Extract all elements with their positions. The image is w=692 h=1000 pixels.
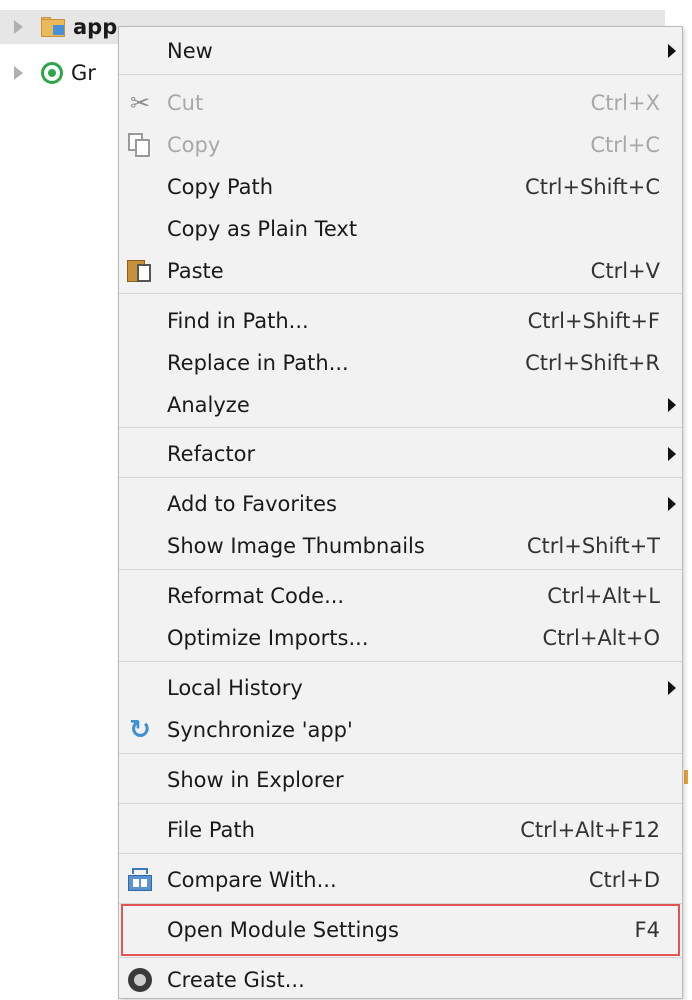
menu-item-cut[interactable]: ✂ Cut Ctrl+X [119, 83, 682, 123]
menu-item-shortcut: Ctrl+D [588, 868, 660, 892]
submenu-arrow-icon [668, 398, 676, 412]
menu-item-shortcut: Ctrl+Shift+R [525, 351, 660, 375]
menu-item-add-to-favorites[interactable]: Add to Favorites [119, 484, 682, 524]
menu-item-local-history[interactable]: Local History [119, 668, 682, 708]
menu-item-label: Cut [167, 91, 204, 115]
menu-item-analyze[interactable]: Analyze [119, 385, 682, 425]
menu-separator [119, 661, 682, 662]
gradle-icon [41, 62, 63, 84]
menu-item-label: Add to Favorites [167, 492, 337, 516]
submenu-arrow-icon [668, 447, 676, 461]
sync-icon: ↻ [129, 715, 151, 745]
menu-item-label: Create Gist... [167, 968, 305, 992]
menu-item-show-in-explorer[interactable]: Show in Explorer [119, 760, 682, 800]
menu-item-show-image-thumbnails[interactable]: Show Image Thumbnails Ctrl+Shift+T [119, 526, 682, 566]
menu-item-replace-in-path[interactable]: Replace in Path... Ctrl+Shift+R [119, 343, 682, 383]
menu-item-label: Compare With... [167, 868, 337, 892]
tree-row-gradle[interactable]: Gr [0, 56, 96, 90]
menu-item-shortcut: Ctrl+Alt+L [547, 584, 660, 608]
menu-item-label: Copy Path [167, 175, 274, 199]
menu-item-shortcut: Ctrl+Shift+T [526, 534, 660, 558]
menu-item-label: Copy [167, 133, 221, 157]
menu-item-label: Show Image Thumbnails [167, 534, 425, 558]
menu-item-shortcut: Ctrl+V [590, 259, 660, 283]
highlight-box [121, 904, 680, 956]
menu-item-label: Synchronize 'app' [167, 718, 353, 742]
menu-item-label: File Path [167, 818, 255, 842]
menu-item-label: Find in Path... [167, 309, 309, 333]
menu-separator [119, 569, 682, 570]
menu-item-label: Reformat Code... [167, 584, 345, 608]
menu-item-paste[interactable]: Paste Ctrl+V [119, 251, 682, 291]
editor-edge-marker [684, 770, 688, 784]
github-gist-icon [125, 966, 155, 994]
menu-separator [119, 753, 682, 754]
submenu-arrow-icon [668, 497, 676, 511]
menu-separator [119, 957, 682, 958]
menu-item-shortcut: Ctrl+X [590, 91, 660, 115]
menu-item-label: Replace in Path... [167, 351, 349, 375]
menu-item-label: Show in Explorer [167, 768, 344, 792]
menu-separator [119, 293, 682, 294]
menu-item-label: Local History [167, 676, 303, 700]
submenu-arrow-icon [668, 681, 676, 695]
menu-separator [119, 803, 682, 804]
menu-separator [119, 477, 682, 478]
menu-item-label: New [167, 39, 213, 63]
menu-item-find-in-path[interactable]: Find in Path... Ctrl+Shift+F [119, 301, 682, 341]
menu-item-synchronize[interactable]: ↻ Synchronize 'app' [119, 710, 682, 750]
menu-item-shortcut: Ctrl+Shift+C [525, 175, 660, 199]
menu-item-label: Refactor [167, 442, 256, 466]
menu-separator [119, 427, 682, 428]
menu-item-reformat-code[interactable]: Reformat Code... Ctrl+Alt+L [119, 576, 682, 616]
menu-separator [119, 74, 682, 75]
compare-icon [125, 866, 155, 894]
menu-item-optimize-imports[interactable]: Optimize Imports... Ctrl+Alt+O [119, 618, 682, 658]
submenu-arrow-icon [668, 44, 676, 58]
menu-item-new[interactable]: New [119, 31, 682, 71]
menu-item-shortcut: Ctrl+Shift+F [527, 309, 660, 333]
expand-arrow-icon[interactable] [14, 66, 23, 80]
menu-item-copy[interactable]: Copy Ctrl+C [119, 125, 682, 165]
menu-item-shortcut: Ctrl+Alt+O [542, 626, 660, 650]
tree-row-label: Gr [71, 61, 96, 85]
menu-item-compare-with[interactable]: Compare With... Ctrl+D [119, 860, 682, 900]
menu-item-copy-path[interactable]: Copy Path Ctrl+Shift+C [119, 167, 682, 207]
expand-arrow-icon[interactable] [14, 20, 23, 34]
menu-item-label: Paste [167, 259, 224, 283]
menu-item-create-gist[interactable]: Create Gist... [119, 960, 682, 1000]
menu-item-label: Analyze [167, 393, 250, 417]
menu-separator [119, 853, 682, 854]
copy-icon [125, 131, 155, 159]
menu-item-label: Copy as Plain Text [167, 217, 358, 241]
menu-item-label: Optimize Imports... [167, 626, 369, 650]
menu-item-copy-plain-text[interactable]: Copy as Plain Text [119, 209, 682, 249]
tree-row-label: app [73, 15, 118, 39]
scissors-icon: ✂ [129, 89, 151, 117]
menu-item-shortcut: Ctrl+C [590, 133, 660, 157]
paste-icon [125, 257, 155, 285]
module-folder-icon [41, 17, 67, 37]
menu-item-refactor[interactable]: Refactor [119, 434, 682, 474]
menu-item-file-path[interactable]: File Path Ctrl+Alt+F12 [119, 810, 682, 850]
menu-item-shortcut: Ctrl+Alt+F12 [520, 818, 660, 842]
context-menu: New ✂ Cut Ctrl+X Copy Ctrl+C Copy Path C… [118, 26, 683, 999]
